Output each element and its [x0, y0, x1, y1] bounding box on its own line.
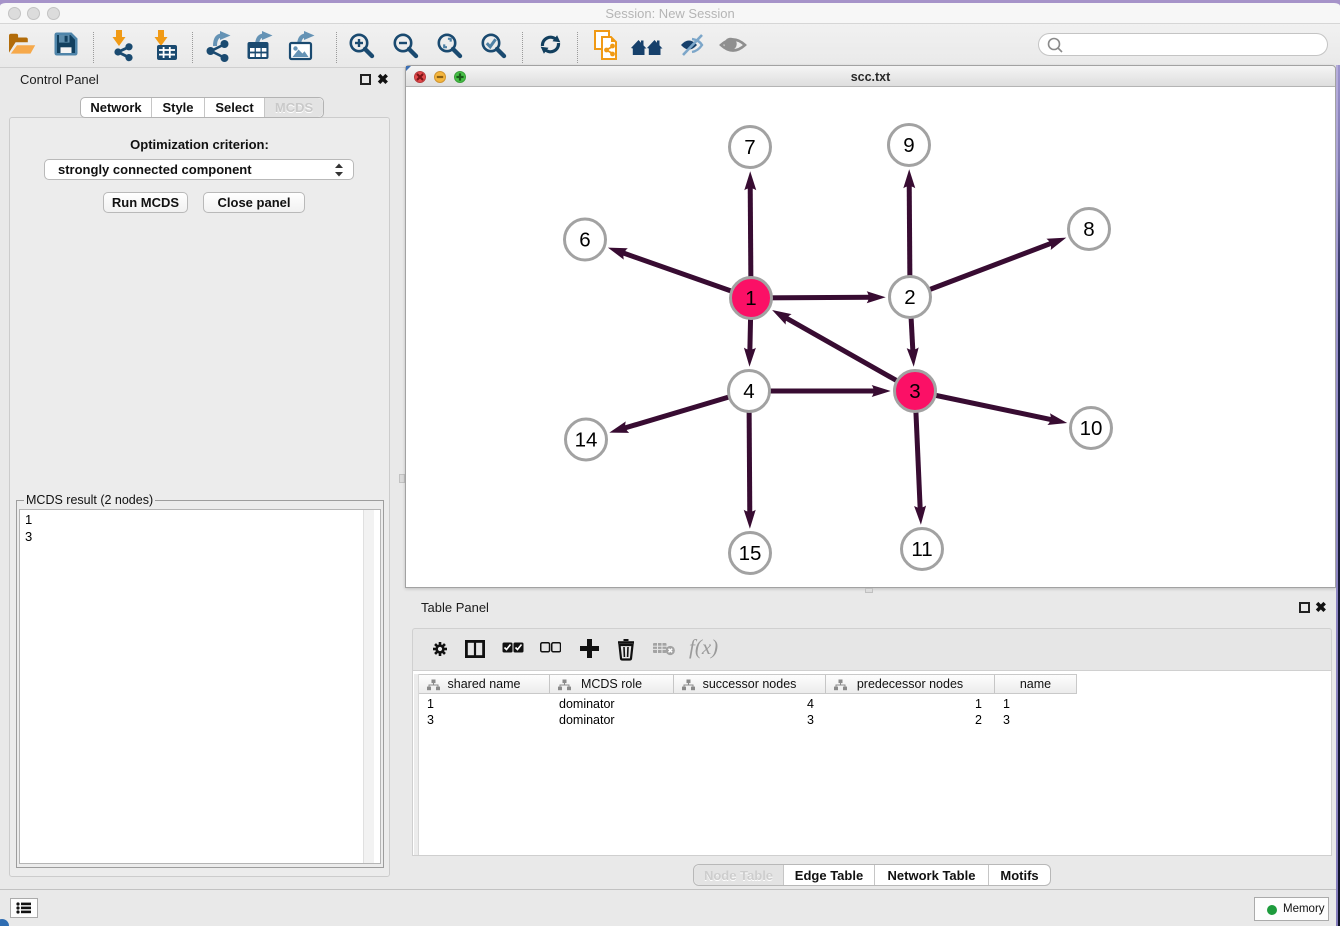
svg-text:8: 8 — [1083, 218, 1094, 241]
svg-text:2: 2 — [904, 286, 915, 309]
svg-text:1: 1 — [745, 287, 756, 310]
svg-text:15: 15 — [739, 542, 762, 565]
svg-text:10: 10 — [1080, 417, 1103, 440]
svg-text:7: 7 — [744, 136, 755, 159]
svg-text:14: 14 — [575, 429, 598, 452]
svg-text:6: 6 — [579, 229, 590, 252]
svg-text:4: 4 — [743, 380, 754, 403]
svg-text:11: 11 — [911, 538, 932, 561]
svg-text:9: 9 — [903, 134, 914, 157]
svg-text:3: 3 — [909, 380, 920, 403]
